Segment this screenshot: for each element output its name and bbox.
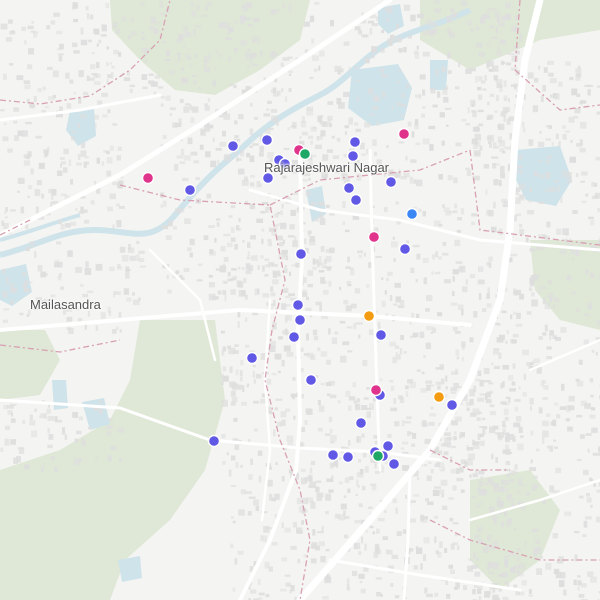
map-marker-purple[interactable] [278,157,292,171]
map-marker-purple[interactable] [398,242,412,256]
map-marker-magenta[interactable] [367,230,381,244]
map-marker-purple[interactable] [291,298,305,312]
map-marker-green[interactable] [298,147,312,161]
map-marker-purple[interactable] [287,330,301,344]
map-marker-purple[interactable] [304,373,318,387]
map-marker-purple[interactable] [260,133,274,147]
map-marker-magenta[interactable] [141,171,155,185]
map-marker-purple[interactable] [349,193,363,207]
map-marker-orange[interactable] [362,309,376,323]
map-marker-purple[interactable] [374,328,388,342]
map-marker-purple[interactable] [226,139,240,153]
map-marker-purple[interactable] [384,175,398,189]
map-marker-green[interactable] [371,449,385,463]
map-marker-purple[interactable] [341,450,355,464]
map-marker-purple[interactable] [294,247,308,261]
map-marker-purple[interactable] [293,313,307,327]
map-marker-purple[interactable] [326,448,340,462]
map-marker-blue[interactable] [405,207,419,221]
map-marker-purple[interactable] [346,149,360,163]
map-marker-purple[interactable] [348,135,362,149]
basemap [0,0,600,600]
map-marker-magenta[interactable] [397,127,411,141]
map-marker-purple[interactable] [445,398,459,412]
map-marker-purple[interactable] [354,416,368,430]
map-marker-purple[interactable] [245,351,259,365]
map-marker-purple[interactable] [381,439,395,453]
map-marker-purple[interactable] [387,457,401,471]
map-marker-purple[interactable] [261,171,275,185]
map-marker-purple[interactable] [207,434,221,448]
map-view[interactable]: Rajarajeshwari Nagar Mailasandra [0,0,600,600]
map-marker-purple[interactable] [183,183,197,197]
map-marker-orange[interactable] [432,390,446,404]
map-marker-purple[interactable] [342,181,356,195]
map-marker-magenta[interactable] [369,383,383,397]
